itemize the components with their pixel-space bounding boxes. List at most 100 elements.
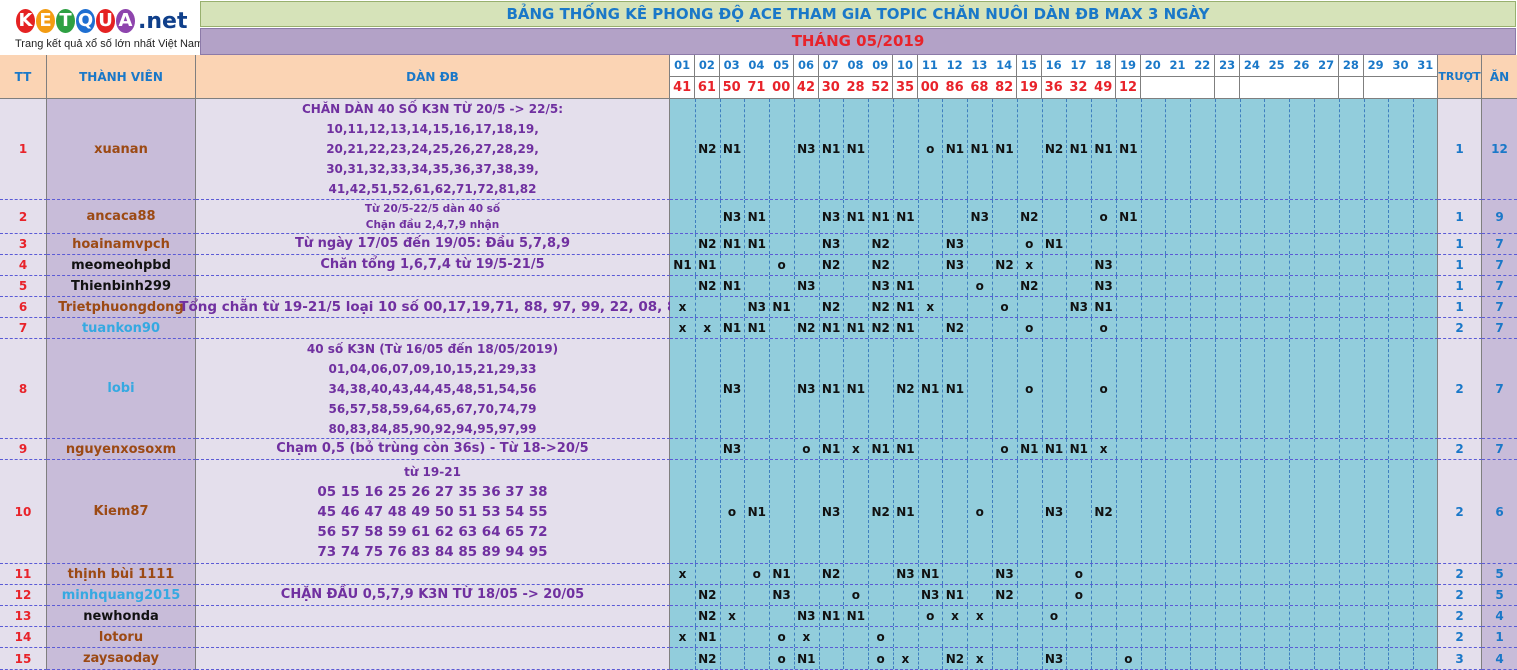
grid-line — [1264, 234, 1266, 254]
grid-line — [1363, 606, 1365, 626]
day-mark: N2 — [698, 142, 717, 156]
grid-line — [769, 606, 771, 626]
grid-line — [1214, 318, 1216, 338]
grid-line — [1165, 297, 1167, 317]
member-name[interactable]: Trietphuongdong — [47, 297, 196, 318]
member-name[interactable]: Kiem87 — [47, 460, 196, 564]
grid-line — [992, 318, 993, 338]
dan-line: Chặn đầu 2,4,7,9 nhận — [365, 218, 500, 231]
member-name[interactable]: Thienbinh299 — [47, 276, 196, 297]
grid-line — [1190, 606, 1192, 626]
day-result — [1314, 77, 1340, 99]
day-result: 86 — [942, 77, 968, 99]
member-name[interactable]: tuankon90 — [47, 318, 196, 339]
grid-line — [1363, 439, 1365, 459]
day-mark: N1 — [747, 237, 766, 251]
day-mark: N1 — [846, 609, 866, 623]
day-mark: N3 — [871, 279, 890, 293]
grid-line — [1016, 648, 1018, 669]
grid-line — [1190, 439, 1192, 459]
truot-count: 1 — [1438, 200, 1482, 234]
member-name[interactable]: newhonda — [47, 606, 196, 627]
day-number: 13 — [967, 55, 993, 77]
day-mark: N1 — [772, 300, 791, 314]
grid-line — [1314, 234, 1316, 254]
row-number: 10 — [0, 460, 47, 564]
dan-description: CHẶN ĐẦU 0,5,7,9 K3N TỪ 18/05 -> 20/05 — [196, 585, 670, 606]
dan-description — [196, 627, 670, 648]
member-name[interactable]: thịnh bùi 1111 — [47, 564, 196, 585]
grid-line — [1066, 276, 1068, 296]
grid-line — [1239, 585, 1241, 605]
day-mark: o — [1025, 237, 1034, 251]
member-name[interactable]: hoainamvpch — [47, 234, 196, 255]
grid-line — [1314, 585, 1316, 605]
grid-line — [1314, 276, 1316, 296]
day-mark: N1 — [772, 567, 791, 581]
grid-line — [1115, 627, 1117, 647]
logo-net: .net — [138, 8, 188, 34]
grid-line — [1338, 606, 1340, 626]
truot-count: 2 — [1438, 460, 1482, 564]
dan-description: Từ 20/5-22/5 dàn 40 số Chặn đầu 2,4,7,9 n… — [196, 200, 670, 234]
grid-line — [1338, 99, 1340, 199]
day-number: 01 — [670, 55, 696, 77]
grid-line — [1190, 339, 1192, 438]
grid-line — [793, 460, 795, 563]
day-mark: N1 — [846, 209, 866, 224]
day-marks: N2 N1 N1 N3 N2 N3 o N1 — [670, 234, 1438, 255]
day-result: 68 — [967, 77, 993, 99]
day-mark: N2 — [871, 504, 890, 519]
member-name[interactable]: zaysaoday — [47, 648, 196, 670]
day-mark: N1 — [698, 630, 717, 644]
grid-line — [917, 255, 919, 275]
member-name[interactable]: xuanan — [47, 99, 196, 200]
table-row: 9 nguyenxosoxm Chạm 0,5 (bỏ trùng còn 36s)… — [0, 439, 1517, 460]
grid-line — [1214, 648, 1216, 669]
grid-line — [769, 439, 771, 459]
grid-line — [1190, 255, 1192, 275]
day-mark: N1 — [1119, 142, 1138, 156]
row-number: 2 — [0, 200, 47, 234]
day-mark: x — [703, 321, 712, 335]
grid-line — [1289, 99, 1291, 199]
day-number: 23 — [1214, 55, 1241, 77]
day-mark: N1 — [920, 381, 940, 396]
grid-line — [1289, 460, 1291, 563]
grid-line — [1190, 276, 1192, 296]
grid-line — [1338, 339, 1340, 438]
grid-line — [1264, 276, 1266, 296]
member-name[interactable]: minhquang2015 — [47, 585, 196, 606]
grid-line — [1388, 339, 1390, 438]
day-mark: o — [876, 651, 885, 666]
row-number: 13 — [0, 606, 47, 627]
day-number: 02 — [694, 55, 721, 77]
day-marks: N1 N1 o N2 N2 N3 N2 x N3 — [670, 255, 1438, 276]
day-result — [1214, 77, 1241, 99]
member-name[interactable]: nguyenxosoxm — [47, 439, 196, 460]
dan-line: 80,83,84,85,90,92,94,95,97,99 — [328, 421, 537, 436]
day-result — [1239, 77, 1265, 99]
day-mark: N1 — [970, 142, 989, 156]
truot-count: 1 — [1438, 99, 1482, 200]
logo-letter: E — [36, 9, 55, 33]
grid-line — [1140, 255, 1142, 275]
grid-line — [942, 276, 944, 296]
member-name[interactable]: lobi — [47, 339, 196, 439]
day-marks: o N1 N3 N2 N1 o N3 N2 — [670, 460, 1438, 564]
dan-description: Chạm 0,5 (bỏ trùng còn 36s) - Từ 18->20/… — [196, 439, 670, 460]
site-logo[interactable]: K E T Q U A .net Trang kết quả xổ số lớn nhất … — [0, 0, 203, 60]
an-count: 1 — [1482, 627, 1517, 648]
grid-line — [1190, 234, 1192, 254]
day-mark: x — [802, 630, 811, 644]
day-mark: N1 — [896, 442, 915, 456]
grid-line — [1289, 276, 1291, 296]
grid-line — [769, 99, 771, 199]
grid-line — [967, 439, 969, 459]
grid-line — [1413, 585, 1415, 605]
member-name[interactable]: lotoru — [47, 627, 196, 648]
grid-line — [1388, 99, 1390, 199]
member-name[interactable]: meomeohpbd — [47, 255, 196, 276]
member-name[interactable]: ancaca88 — [47, 200, 196, 234]
day-number: 25 — [1264, 55, 1290, 77]
